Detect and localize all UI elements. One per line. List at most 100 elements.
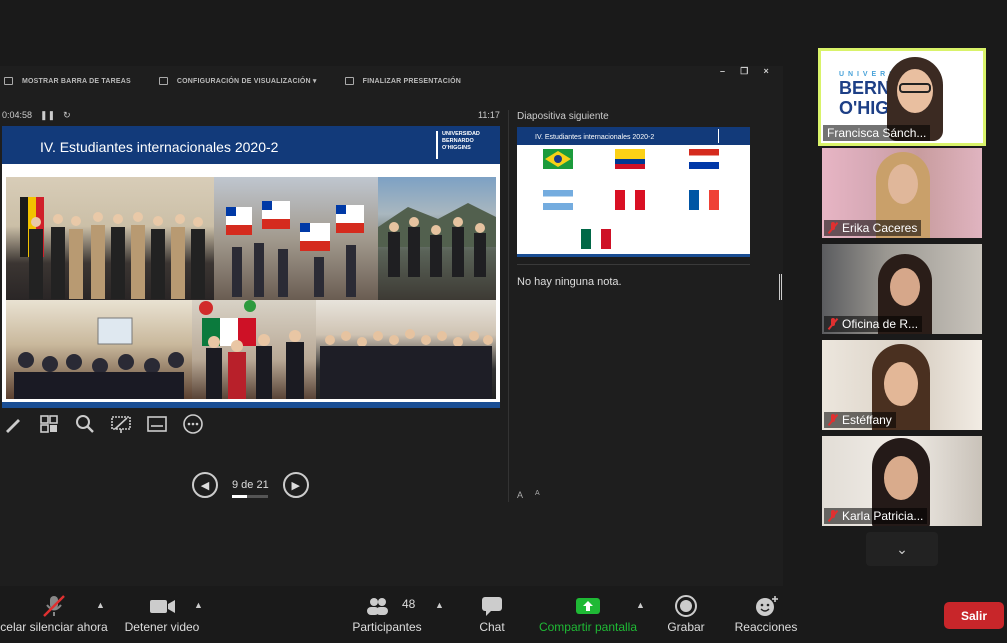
display-settings-button[interactable]: CONFIGURACIÓN DE VISUALIZACIÓN ▾ (158, 77, 317, 85)
participant-name-tag: Oficina de R... (824, 316, 923, 332)
previous-slide-button[interactable]: ◀ (192, 472, 218, 498)
record-button[interactable]: Grabar (664, 594, 708, 634)
flag-argentina (543, 190, 573, 210)
meeting-controls-bar: celar silenciar ahora ▲ Detener video ▲ … (0, 588, 1007, 643)
participants-button[interactable]: 48 Participantes (352, 594, 422, 634)
unmute-label: celar silenciar ahora (0, 620, 108, 634)
video-camera-icon (124, 594, 200, 616)
participant-face (884, 362, 918, 406)
minimize-button[interactable]: – (720, 66, 725, 78)
participant-tile-karla[interactable]: Karla Patricia... (822, 436, 982, 526)
leave-meeting-button[interactable]: Salir (944, 602, 1004, 629)
participant-face (890, 268, 920, 306)
photo-mountain-group (378, 177, 496, 300)
flag-colombia (615, 149, 645, 169)
speaker-notes[interactable]: No hay ninguna nota. (517, 276, 622, 288)
annotation-tools (3, 414, 203, 434)
share-screen-label: Compartir pantalla (538, 620, 638, 634)
window-controls: – ❐ × (720, 66, 769, 78)
show-taskbar-label: MOSTRAR BARRA DE TAREAS (22, 77, 131, 85)
reset-timer-icon[interactable]: ↻ (63, 110, 71, 121)
current-slide: IV. Estudiantes internacionales 2020-2 U… (2, 126, 500, 408)
black-screen-icon[interactable] (111, 414, 131, 434)
photo-mexican-flag (192, 300, 316, 399)
participants-count: 48 (402, 597, 416, 611)
chat-button[interactable]: Chat (472, 594, 512, 634)
participants-options-caret[interactable]: ▲ (435, 600, 444, 610)
scroll-participants-down-button[interactable]: ⌄ (866, 532, 938, 566)
zoom-icon[interactable] (75, 414, 95, 434)
pen-icon[interactable] (3, 414, 23, 434)
slide-header: IV. Estudiantes internacionales 2020-2 U… (2, 126, 500, 164)
all-slides-icon[interactable] (39, 414, 59, 434)
next-slide-logo (718, 129, 746, 143)
participant-name: Francisca Sánch... (827, 126, 927, 140)
participant-tile-oficina[interactable]: Oficina de R... (822, 244, 982, 334)
muted-mic-icon (828, 222, 838, 234)
notes-divider (517, 264, 750, 265)
participant-tile-erika[interactable]: Erika Caceres (822, 148, 982, 238)
logo-line-3: O'HIGGINS (442, 145, 471, 151)
participant-face (888, 164, 918, 204)
more-options-icon[interactable] (183, 414, 203, 434)
pause-icon[interactable]: ❚❚ (40, 110, 55, 121)
clock: 11:17 (478, 110, 500, 120)
restore-button[interactable]: ❐ (740, 66, 748, 78)
participant-name-tag: Karla Patricia... (824, 508, 928, 524)
slide-navigation: ◀ 9 de 21 ▶ (192, 472, 309, 498)
next-slide-title: IV. Estudiantes internacionales 2020-2 (535, 134, 655, 141)
slide-timer: 0:04:58 ❚❚ ↻ (2, 110, 71, 121)
participant-tile-esteffany[interactable]: Estéffany (822, 340, 982, 430)
flag-mexico (581, 229, 611, 249)
reactions-button[interactable]: Reacciones (734, 594, 798, 634)
participant-name: Karla Patricia... (842, 509, 924, 523)
font-size-controls: A A (517, 490, 540, 500)
chevron-right-icon: ▶ (291, 479, 300, 492)
muted-mic-icon (828, 318, 838, 330)
participant-glasses (899, 83, 931, 93)
photo-large-group (316, 300, 496, 399)
share-screen-button[interactable]: Compartir pantalla (538, 594, 638, 634)
decrease-font-button[interactable]: A (535, 490, 540, 500)
muted-mic-icon (828, 510, 838, 522)
display-settings-label: CONFIGURACIÓN DE VISUALIZACIÓN ▾ (176, 78, 317, 85)
video-options-caret[interactable]: ▲ (194, 600, 203, 610)
flag-paraguay (689, 149, 719, 169)
page-indicator-text: 9 de 21 (232, 479, 269, 491)
participant-name-tag: Francisca Sánch... (823, 125, 931, 141)
end-presentation-button[interactable]: FINALIZAR PRESENTACIÓN (344, 77, 462, 85)
notes-resize-handle[interactable] (779, 274, 782, 300)
photo-group-formal (6, 177, 214, 300)
flag-brazil (543, 149, 573, 169)
show-taskbar-button[interactable]: MOSTRAR BARRA DE TAREAS (4, 77, 131, 85)
share-options-caret[interactable]: ▲ (636, 600, 645, 610)
taskbar-icon (4, 77, 13, 85)
next-slide-header: IV. Estudiantes internacionales 2020-2 (517, 127, 750, 145)
page-indicator: 9 de 21 (232, 479, 269, 498)
flag-france (689, 190, 719, 210)
close-button[interactable]: × (764, 66, 769, 78)
stop-video-button[interactable]: Detener video (124, 594, 200, 634)
end-presentation-icon (344, 77, 354, 85)
next-slide-preview[interactable]: IV. Estudiantes internacionales 2020-2 (517, 127, 750, 257)
end-presentation-label: FINALIZAR PRESENTACIÓN (362, 77, 462, 85)
participants-label: Participantes (352, 620, 422, 634)
participant-name-tag: Estéffany (824, 412, 896, 428)
record-icon (664, 594, 708, 617)
chat-label: Chat (479, 620, 505, 634)
muted-microphone-icon (0, 594, 108, 617)
panel-divider[interactable] (508, 110, 509, 502)
next-slide-button[interactable]: ▶ (282, 472, 309, 498)
unmute-button[interactable]: celar silenciar ahora (0, 594, 108, 634)
chevron-down-icon: ⌄ (896, 540, 908, 557)
increase-font-button[interactable]: A (517, 490, 523, 500)
photo-collage (6, 177, 496, 399)
presenter-toolbar: MOSTRAR BARRA DE TAREAS CONFIGURACIÓN DE… (0, 66, 783, 96)
subtitles-icon[interactable] (147, 414, 167, 434)
participant-tile-francisca[interactable]: U N I V E R S I D A D BERNARDO O'HIGGINS… (818, 48, 986, 146)
photo-classroom (6, 300, 192, 399)
audio-options-caret[interactable]: ▲ (96, 600, 105, 610)
display-settings-icon (158, 77, 168, 85)
zoom-window: MOSTRAR BARRA DE TAREAS CONFIGURACIÓN DE… (0, 0, 1007, 643)
participant-name: Oficina de R... (842, 317, 919, 331)
